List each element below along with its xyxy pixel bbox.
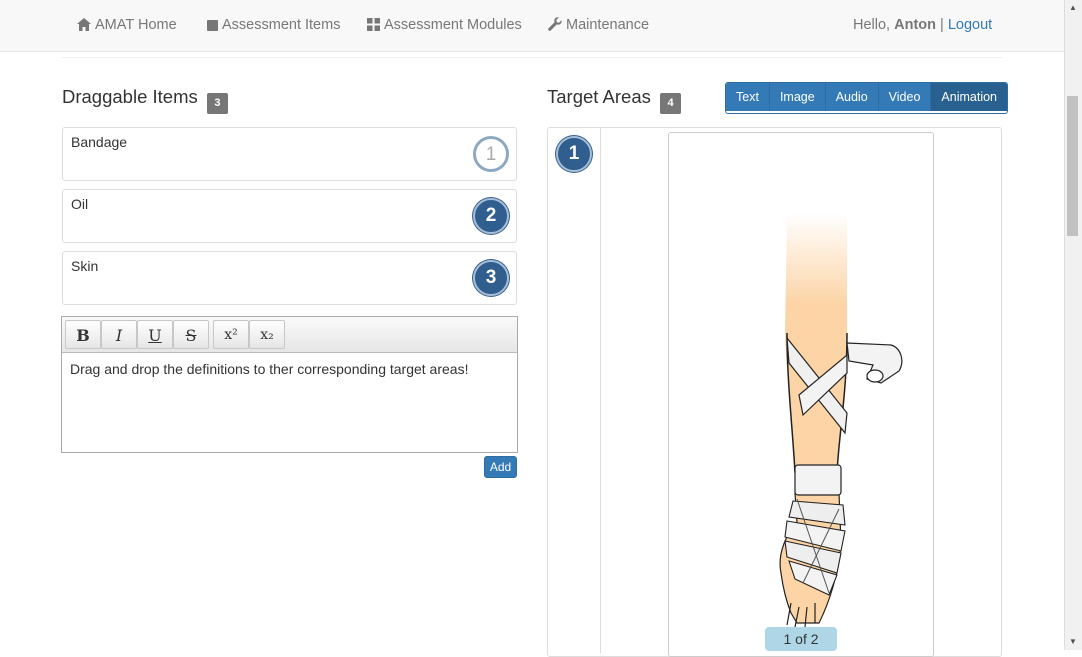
draggable-item[interactable]: Bandage 1 [62,127,517,181]
greeting-separator: | [940,17,944,33]
greeting-text: Hello, [853,17,891,33]
draggable-item-label: Oil [71,196,89,212]
underline-button[interactable]: U [137,320,173,349]
target-count-badge: 4 [660,93,682,114]
rich-text-editor: B I U S x² x₂ Drag and drop the definiti… [61,316,518,453]
scrollbar-thumb[interactable] [1067,96,1078,236]
wrench-icon [548,17,562,31]
nav-label: Assessment Modules [384,17,522,33]
nav-assessment-items[interactable]: Assessment Items [207,0,340,51]
scroll-up-arrow-icon[interactable]: ▲ [1067,3,1079,13]
carousel-pager: 1 of 2 [765,627,837,651]
editor-toolbar: B I U S x² x₂ [62,317,517,353]
bandaged-arm-image [779,213,903,628]
bold-button[interactable]: B [65,320,101,349]
target-areas-title: Target Areas [547,86,651,107]
item-number-badge: 1 [473,136,509,172]
item-number-badge: 2 [473,198,509,234]
media-audio-button[interactable]: Audio [824,83,878,111]
target-areas-heading: Target Areas 4 [547,86,682,114]
nav-maintenance[interactable]: Maintenance [548,0,649,51]
media-type-button-group: Text Image Audio Video Animation [725,82,1009,114]
nav-label: Maintenance [566,17,650,33]
add-button[interactable]: Add [484,456,517,478]
media-video-button[interactable]: Video [877,83,931,111]
target-area-divider [600,128,601,653]
grid-icon [367,18,380,31]
media-image-button[interactable]: Image [768,83,825,111]
media-animation-button[interactable]: Animation [930,83,1008,111]
draggable-item-label: Bandage [71,134,128,150]
subscript-button[interactable]: x₂ [249,320,285,349]
target-image-frame[interactable] [668,132,934,657]
editor-content[interactable]: Drag and drop the definitions to ther co… [70,361,468,377]
media-text-button[interactable]: Text [726,83,769,111]
nav-amat-home[interactable]: AMAT Home [77,0,177,51]
nav-label: Assessment Items [222,17,341,33]
draggable-item[interactable]: Oil 2 [62,189,517,243]
draggable-items-heading: Draggable Items 3 [62,86,228,114]
strikethrough-button[interactable]: S [173,320,209,349]
logout-link[interactable]: Logout [948,17,992,33]
draggable-count-badge: 3 [206,93,228,114]
superscript-button[interactable]: x² [213,320,249,349]
home-icon [77,18,91,31]
stop-square-icon [207,20,218,31]
target-area-number[interactable]: 1 [556,136,592,172]
header-divider [62,57,1002,58]
scroll-down-arrow-icon[interactable]: ▼ [1067,637,1079,647]
nav-label: AMAT Home [95,17,177,33]
draggable-item[interactable]: Skin 3 [62,251,517,305]
draggable-items-title: Draggable Items [62,86,198,107]
draggable-item-label: Skin [71,258,99,274]
user-greeting: Hello, Anton | Logout [853,0,992,51]
nav-assessment-modules[interactable]: Assessment Modules [367,0,522,51]
username: Anton [894,17,936,33]
italic-button[interactable]: I [101,320,137,349]
item-number-badge: 3 [473,260,509,296]
